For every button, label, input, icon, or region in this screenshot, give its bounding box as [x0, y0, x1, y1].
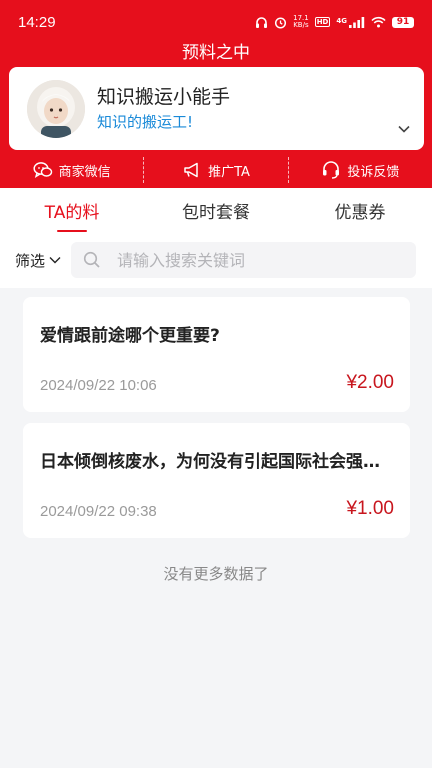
battery-indicator: 91	[392, 16, 414, 28]
promote-label: 推广TA	[208, 164, 250, 180]
profile-description: 知识的搬运工!	[97, 113, 194, 131]
tab-ta-items[interactable]: TA的料	[0, 188, 144, 238]
item-price: ¥1.00	[346, 498, 394, 519]
tab-coupons[interactable]: 优惠券	[288, 188, 432, 238]
promote-button[interactable]: 推广TA	[144, 157, 287, 183]
wifi-icon	[371, 16, 386, 28]
avatar[interactable]	[27, 80, 85, 138]
status-time: 14:29	[18, 13, 56, 31]
merchant-wechat-label: 商家微信	[58, 164, 111, 180]
list-item[interactable]: 日本倾倒核废水，为何没有引起国际社会强烈反对 2024/09/22 09:38 …	[23, 423, 410, 538]
search-icon	[83, 251, 100, 268]
complaint-feedback-button[interactable]: 投诉反馈	[289, 157, 432, 183]
signal-indicator: 4G	[336, 16, 365, 28]
filter-label: 筛选	[15, 251, 46, 270]
search-box[interactable]	[71, 242, 416, 278]
profile-name: 知识搬运小能手	[97, 86, 231, 108]
status-icons: 17.1 KB/s HD 4G 91	[255, 15, 414, 29]
signal-icon	[349, 16, 365, 28]
action-row: 商家微信 推广TA 投诉反馈	[0, 152, 432, 188]
item-price: ¥2.00	[346, 372, 394, 393]
item-title: 日本倾倒核废水，为何没有引起国际社会强烈反对	[40, 452, 390, 472]
headset-icon	[323, 161, 340, 179]
tab-time-packages[interactable]: 包时套餐	[144, 188, 288, 238]
no-more-data-text: 没有更多数据了	[163, 565, 269, 583]
filter-button[interactable]: 筛选	[15, 248, 62, 272]
wechat-icon	[33, 162, 52, 179]
chevron-down-icon	[49, 257, 61, 264]
avatar-image	[27, 80, 85, 138]
list-item[interactable]: 爱情跟前途哪个更重要? 2024/09/22 10:06 ¥2.00	[23, 297, 410, 412]
item-title: 爱情跟前途哪个更重要?	[40, 326, 220, 346]
merchant-wechat-button[interactable]: 商家微信	[0, 157, 143, 183]
alarm-icon	[275, 16, 287, 29]
status-bar: 14:29 17.1 KB/s HD 4G 91	[0, 0, 432, 44]
item-date: 2024/09/22 10:06	[40, 377, 157, 394]
item-date: 2024/09/22 09:38	[40, 503, 157, 520]
megaphone-icon	[184, 162, 198, 178]
hd-badge: HD	[314, 17, 331, 27]
tab-bar: TA的料 包时套餐 优惠券	[0, 188, 432, 238]
chevron-down-icon[interactable]	[396, 121, 412, 137]
network-speed: 17.1 KB/s	[293, 14, 309, 29]
search-input[interactable]	[117, 250, 397, 270]
page-title: 预料之中	[182, 43, 250, 63]
complaint-feedback-label: 投诉反馈	[347, 164, 400, 180]
filter-row: 筛选	[0, 238, 432, 288]
profile-card[interactable]: 知识搬运小能手 知识的搬运工!	[9, 67, 424, 150]
headphones-icon	[256, 16, 268, 28]
